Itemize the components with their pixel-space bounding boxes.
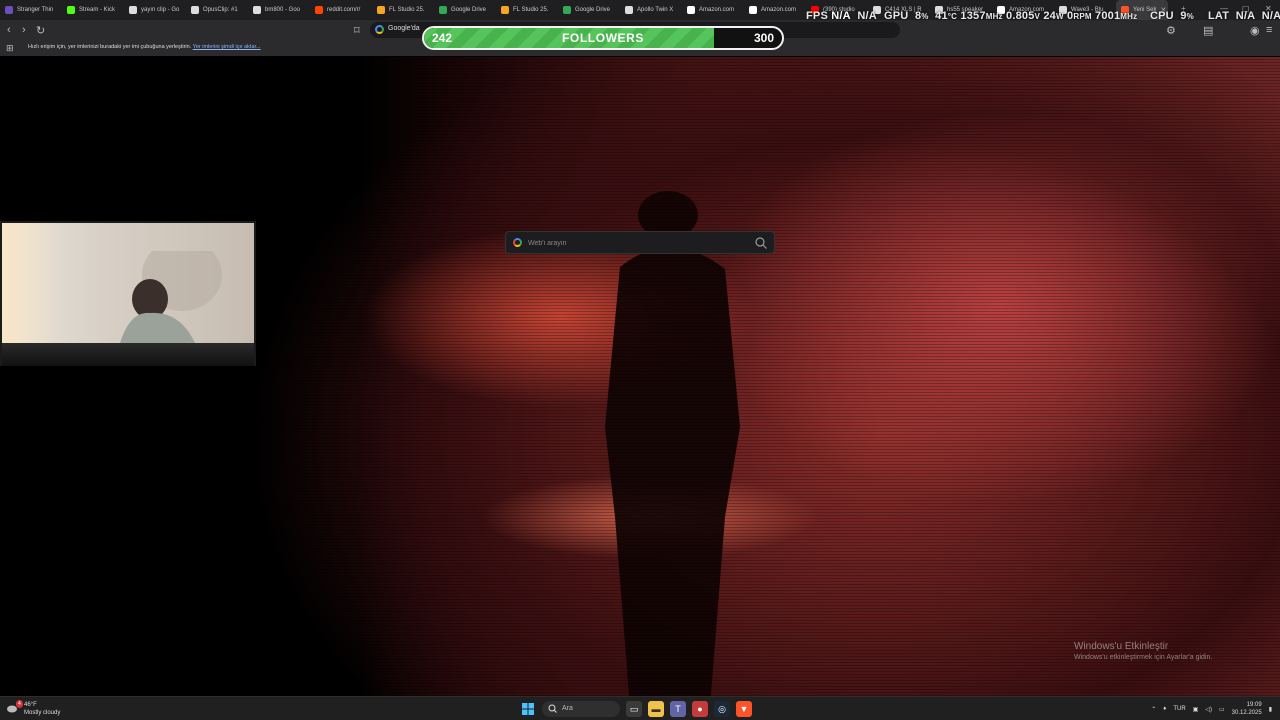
tab-label: Google Drive	[451, 7, 487, 13]
tab-label: FL Studio 25.	[389, 7, 425, 13]
back-icon[interactable]: ‹	[7, 24, 11, 36]
tab-favicon-icon	[5, 6, 13, 14]
weather-temp: 46°F	[24, 702, 37, 708]
search-icon	[548, 704, 557, 713]
tab-label: reddit.com/r/	[327, 7, 361, 13]
browser-tab[interactable]: FL Studio 25.	[496, 0, 558, 20]
browser-tab[interactable]: yayın clip - Go	[124, 0, 186, 20]
tab-label: OpusClip: #1	[203, 7, 238, 13]
browser-tab[interactable]: Amazon.com	[682, 0, 744, 20]
browser-tab[interactable]: Amazon.com	[744, 0, 806, 20]
browser-tab[interactable]: bm800 - Goo	[248, 0, 310, 20]
web-search-input[interactable]	[528, 236, 748, 250]
app-icon[interactable]: ●	[692, 701, 708, 717]
google-icon	[513, 238, 522, 247]
tab-favicon-icon	[129, 6, 137, 14]
import-bookmarks-link[interactable]: Yer imlerini şimdi içe aktar...	[193, 44, 261, 50]
browser-tab[interactable]: Google Drive	[434, 0, 496, 20]
web-search-box	[505, 231, 775, 254]
bookmarks-message: Hızlı erişim için, yer imlerinizi burada…	[28, 44, 192, 50]
tab-favicon-icon	[625, 6, 633, 14]
tab-favicon-icon	[563, 6, 571, 14]
network-icon[interactable]: ▣	[1193, 706, 1199, 713]
weather-widget[interactable]: 4 46°F Mostly cloudy	[6, 700, 61, 717]
scanline-overlay	[0, 57, 1280, 696]
tab-favicon-icon	[377, 6, 385, 14]
browser-tab[interactable]: OpusClip: #1	[186, 0, 248, 20]
tab-favicon-icon	[67, 6, 75, 14]
weather-badge: 4	[16, 700, 23, 708]
volume-icon[interactable]: ◁)	[1205, 706, 1212, 713]
brave-browser-icon[interactable]: ▼	[736, 701, 752, 717]
apps-grid-icon[interactable]: ⊞	[6, 43, 14, 54]
followers-current: 242	[432, 31, 453, 45]
browser-tab[interactable]: Apollo Twin X	[620, 0, 682, 20]
tray-chevron-icon[interactable]: ⌃	[1151, 706, 1156, 713]
cpu-readout: CPU 9%	[1150, 10, 1194, 22]
teams-icon[interactable]: T	[670, 701, 686, 717]
browser-tab[interactable]: Stream - Kick	[62, 0, 124, 20]
tab-favicon-icon	[687, 6, 695, 14]
bookmark-icon[interactable]: ⌑	[354, 24, 360, 37]
language-indicator[interactable]: TUR	[1173, 706, 1185, 712]
taskbar-search[interactable]: Ara	[542, 701, 620, 717]
tab-label: Amazon.com	[699, 7, 735, 13]
tab-favicon-icon	[315, 6, 323, 14]
tab-label: Apollo Twin X	[637, 7, 674, 13]
tab-favicon-icon	[253, 6, 261, 14]
start-button[interactable]	[520, 701, 536, 717]
sidebar-icon[interactable]: ▤	[1203, 24, 1213, 37]
weather-desc: Mostly cloudy	[24, 710, 61, 716]
windows-activation-watermark: Windows'u Etkinleştir Windows'u etkinleş…	[1074, 641, 1213, 661]
followers-goal-bar: FOLLOWERS 242 300	[422, 26, 784, 50]
tab-favicon-icon	[439, 6, 447, 14]
browser-tab[interactable]: Google Drive	[558, 0, 620, 20]
address-bar-text: Google'da	[388, 25, 420, 32]
tab-label: bm800 - Goo	[265, 7, 301, 13]
followers-label: FOLLOWERS	[561, 31, 645, 45]
browser-tab[interactable]: FL Studio 25.	[372, 0, 434, 20]
tab-label: Stream - Kick	[79, 7, 116, 13]
battery-icon[interactable]: ▭	[1219, 706, 1225, 713]
streamer-silhouette	[120, 251, 222, 343]
taskbar-clock[interactable]: 19:09 30.12.2025	[1232, 701, 1262, 717]
google-icon	[375, 25, 384, 34]
browser-tab[interactable]: reddit.com/r/	[310, 0, 372, 20]
tab-label: yayın clip - Go	[141, 7, 180, 13]
windows-taskbar: 4 46°F Mostly cloudy Ara ▭ ▬ T ● ◎ ▼ ⌃ ♦…	[0, 696, 1280, 720]
tab-favicon-icon	[191, 6, 199, 14]
notifications-icon[interactable]: ▮	[1269, 706, 1272, 713]
webcam-overlay	[0, 221, 256, 366]
search-icon[interactable]	[754, 236, 768, 250]
gpu-readout: GPU 8% 41°C 1357MHz 0.805V 24W 0RPM 7001…	[884, 10, 1138, 22]
steam-icon[interactable]: ◎	[714, 701, 730, 717]
profile-icon[interactable]: ◉	[1250, 24, 1260, 37]
browser-tab[interactable]: Stranger Thin	[0, 0, 62, 20]
followers-goal: 300	[753, 31, 774, 45]
system-tray: ⌃ ♦ TUR ▣ ◁) ▭ 19:09 30.12.2025 ▮	[1151, 700, 1272, 718]
new-tab-page: Windows'u Etkinleştir Windows'u etkinleş…	[0, 57, 1280, 696]
extensions-icon[interactable]: ⚙	[1166, 24, 1176, 37]
tab-label: Stranger Thin	[17, 7, 54, 13]
tab-label: Amazon.com	[761, 7, 797, 13]
forward-icon[interactable]: ›	[22, 24, 26, 36]
menu-icon[interactable]: ≡	[1266, 24, 1272, 36]
task-view-icon[interactable]: ▭	[626, 701, 642, 717]
tab-label: Google Drive	[575, 7, 611, 13]
tab-favicon-icon	[749, 6, 757, 14]
fps-readout: FPS N/A N/A	[806, 10, 877, 22]
tab-label: FL Studio 25.	[513, 7, 549, 13]
windows-logo-icon	[522, 703, 534, 715]
latency-readout: LAT N/A N/A	[1208, 10, 1280, 22]
tab-favicon-icon	[501, 6, 509, 14]
reload-icon[interactable]: ↻	[36, 24, 45, 37]
file-explorer-icon[interactable]: ▬	[648, 701, 664, 717]
microphone-icon[interactable]: ♦	[1163, 706, 1166, 712]
